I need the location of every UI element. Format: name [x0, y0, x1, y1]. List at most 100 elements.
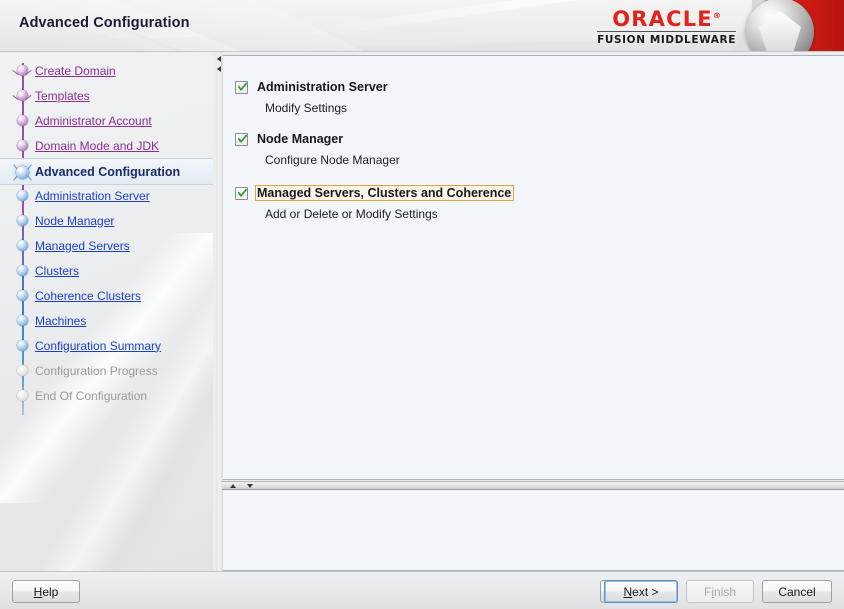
mnemonic-char: H — [34, 585, 43, 599]
checkmark-icon — [238, 134, 247, 144]
step-node-icon — [15, 289, 30, 303]
sidebar-item-label: End Of Configuration — [35, 389, 147, 403]
oracle-sphere-logo-icon — [746, 0, 814, 52]
step-bullet-icon — [17, 90, 28, 101]
step-node-icon — [15, 239, 30, 253]
sidebar-item-create-domain[interactable]: Create Domain — [0, 58, 213, 83]
oracle-logo-wordmark: ORACLE® — [612, 5, 721, 30]
oracle-brand: ORACLE® FUSION MIDDLEWARE — [597, 5, 736, 46]
mnemonic-char: N — [623, 585, 632, 599]
sidebar-item-coherence-clusters[interactable]: Coherence Clusters — [0, 283, 213, 308]
step-node-icon — [15, 64, 30, 78]
step-bullet-icon — [17, 65, 28, 76]
sidebar-item-label: Administration Server — [35, 189, 150, 203]
splitter-expand-right-icon[interactable] — [217, 66, 221, 72]
sidebar-item-label: Templates — [35, 89, 90, 103]
sidebar-item-administration-server[interactable]: Administration Server — [0, 183, 213, 208]
splitter-collapse-up-icon[interactable] — [230, 484, 236, 488]
step-node-icon — [15, 339, 30, 353]
horizontal-splitter[interactable] — [222, 481, 844, 490]
sidebar-item-machines[interactable]: Machines — [0, 308, 213, 333]
sidebar-item-label: Managed Servers — [35, 239, 130, 253]
vertical-splitter[interactable] — [216, 53, 223, 571]
step-node-icon — [15, 89, 30, 103]
registered-trademark-icon: ® — [713, 11, 721, 20]
sidebar-item-configuration-summary[interactable]: Configuration Summary — [0, 333, 213, 358]
help-label: Help — [34, 585, 59, 599]
checkbox-managed-servers-clusters-and-coherence[interactable] — [235, 187, 248, 200]
sidebar-item-label: Advanced Configuration — [35, 165, 180, 179]
step-node-icon — [15, 189, 30, 203]
configuration-option: Node Manager Configure Node Manager — [235, 130, 400, 167]
configuration-option-title[interactable]: Node Manager — [255, 131, 346, 147]
configuration-option-row[interactable]: Node Manager — [235, 130, 400, 148]
cancel-label: Cancel — [778, 585, 815, 599]
step-node-icon — [15, 314, 30, 328]
advanced-configuration-window: Advanced Configuration ORACLE® FUSION MI… — [0, 0, 844, 609]
step-node-icon — [15, 139, 30, 153]
checkmark-icon — [238, 82, 247, 92]
step-bullet-icon — [17, 390, 28, 401]
configuration-option-description: Modify Settings — [265, 101, 391, 115]
step-bullet-icon — [17, 240, 28, 251]
step-bullet-icon — [17, 140, 28, 151]
configuration-option: Managed Servers, Clusters and CoherenceA… — [235, 184, 514, 221]
sidebar-item-label: Clusters — [35, 264, 79, 278]
message-panel — [222, 491, 844, 571]
sidebar-item-managed-servers[interactable]: Managed Servers — [0, 233, 213, 258]
step-bullet-icon — [17, 315, 28, 326]
sidebar-item-administrator-account[interactable]: Administrator Account — [0, 108, 213, 133]
sidebar-item-domain-mode-and-jdk[interactable]: Domain Mode and JDK — [0, 133, 213, 158]
cancel-button[interactable]: Cancel — [762, 580, 832, 603]
sidebar-item-label: Configuration Summary — [35, 339, 161, 353]
step-node-icon — [15, 214, 30, 228]
finish-button: Finish — [686, 580, 754, 603]
sidebar-item-label: Administrator Account — [35, 114, 152, 128]
finish-label: Finish — [704, 585, 736, 599]
main-content-area: Administration Server Modify Settings Node… — [216, 53, 844, 571]
configuration-option-row[interactable]: Managed Servers, Clusters and Coherence — [235, 184, 514, 202]
step-node-icon — [15, 264, 30, 278]
sidebar-item-clusters[interactable]: Clusters — [0, 258, 213, 283]
page-title: Advanced Configuration — [19, 15, 190, 31]
checkmark-icon — [238, 188, 247, 198]
sidebar-item-configuration-progress: Configuration Progress — [0, 358, 213, 383]
window-header: Advanced Configuration ORACLE® FUSION MI… — [0, 0, 844, 52]
oracle-logo-rule — [597, 31, 736, 32]
checkbox-node-manager[interactable] — [235, 133, 248, 146]
step-node-icon — [15, 364, 30, 378]
configuration-option: Administration Server Modify Settings — [235, 78, 391, 115]
wizard-button-bar: Help < Back Next > Finish Cancel — [0, 571, 844, 609]
next-label: Next > — [623, 585, 658, 599]
step-bullet-icon — [17, 215, 28, 226]
sidebar-item-label: Create Domain — [35, 64, 116, 78]
step-node-icon — [15, 389, 30, 403]
step-node-icon — [12, 162, 33, 182]
next-button[interactable]: Next > — [604, 580, 678, 603]
sidebar-item-templates[interactable]: Templates — [0, 83, 213, 108]
step-bullet-icon — [17, 115, 28, 126]
sidebar-item-label: Configuration Progress — [35, 364, 158, 378]
configuration-option-row[interactable]: Administration Server — [235, 78, 391, 96]
step-bullet-icon — [17, 365, 28, 376]
wizard-step-sidebar: Create Domain Templates Administrator Acco… — [0, 53, 213, 571]
header-decoration — [114, 0, 644, 52]
sidebar-item-advanced-configuration[interactable]: Advanced Configuration — [0, 158, 213, 185]
oracle-pentagon-icon — [759, 11, 801, 52]
configuration-option-description: Configure Node Manager — [265, 153, 400, 167]
sidebar-item-node-manager[interactable]: Node Manager — [0, 208, 213, 233]
splitter-collapse-left-icon[interactable] — [217, 56, 221, 62]
advanced-configuration-options-panel: Administration Server Modify Settings Node… — [222, 55, 844, 480]
sidebar-item-label: Domain Mode and JDK — [35, 139, 159, 153]
step-bullet-icon — [17, 265, 28, 276]
oracle-logo-subtitle: FUSION MIDDLEWARE — [597, 34, 736, 46]
checkbox-administration-server[interactable] — [235, 81, 248, 94]
help-button[interactable]: Help — [12, 580, 80, 603]
step-bullet-icon — [17, 340, 28, 351]
splitter-expand-down-icon[interactable] — [247, 484, 253, 488]
sidebar-item-label: Coherence Clusters — [35, 289, 141, 303]
configuration-option-title[interactable]: Administration Server — [255, 79, 391, 95]
configuration-option-title[interactable]: Managed Servers, Clusters and Coherence — [255, 185, 514, 201]
oracle-wordmark-text: ORACLE — [612, 7, 713, 31]
mnemonic-char: i — [711, 585, 714, 599]
